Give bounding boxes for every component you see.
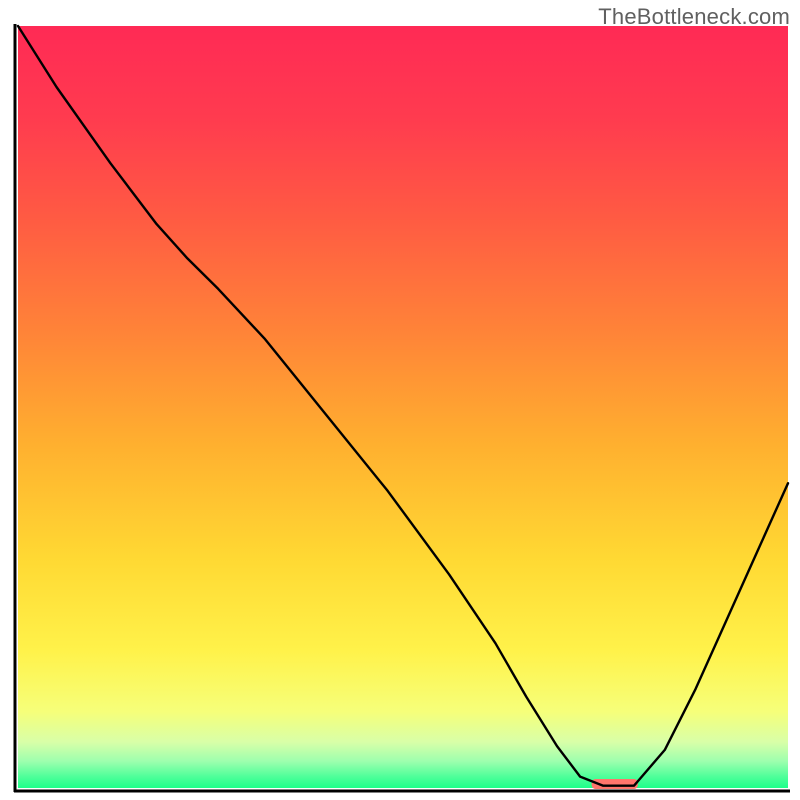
watermark-label: TheBottleneck.com xyxy=(598,4,790,30)
chart-container: TheBottleneck.com xyxy=(0,0,800,800)
bottleneck-chart xyxy=(0,0,800,800)
plot-background xyxy=(18,26,788,788)
